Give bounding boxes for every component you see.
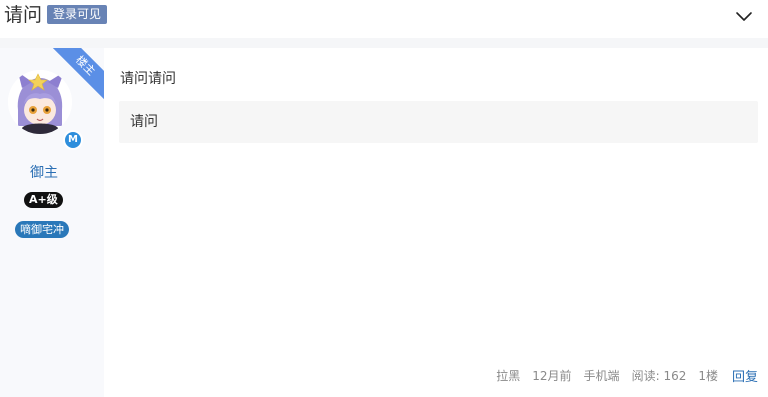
thread-title: 请问 — [4, 4, 43, 26]
reply-button[interactable]: 回复 — [732, 366, 758, 385]
thread-header: 请问 登录可见 — [0, 0, 768, 38]
quote-block: 请问 — [119, 101, 758, 143]
block-user-link[interactable]: 拉黑 — [496, 367, 520, 384]
collapse-button[interactable] — [734, 8, 754, 26]
anime-avatar-icon — [8, 70, 72, 134]
level-badge: A+级 — [24, 192, 63, 208]
read-count-label: 阅读: — [631, 368, 660, 383]
login-visible-badge: 登录可见 — [47, 5, 108, 24]
author-name[interactable]: 御主 — [0, 162, 88, 182]
avatar[interactable] — [8, 70, 72, 134]
post-meta: 拉黑 12月前 手机端 阅读: 162 1楼 回复 — [496, 366, 758, 385]
read-count-value: 162 — [663, 368, 687, 383]
chevron-down-icon — [736, 12, 752, 21]
group-badge: 嘀御宅冲 — [15, 221, 69, 238]
read-count: 阅读: 162 — [632, 367, 687, 384]
post-time: 12月前 — [532, 368, 572, 383]
verified-badge-icon: M — [63, 130, 83, 150]
post-body: 请问请问 — [120, 71, 176, 87]
floor-number: 1楼 — [698, 368, 718, 383]
author-panel: 楼主 M 御主 A+级 嘀御宅冲 — [0, 48, 104, 397]
post-device: 手机端 — [583, 368, 620, 383]
post-page: 请问 登录可见 楼主 M 御主 A+级 嘀御宅冲 请问请问 请问 拉黑 12月前… — [0, 0, 768, 397]
quote-text: 请问 — [130, 114, 158, 130]
section-divider — [0, 38, 768, 48]
